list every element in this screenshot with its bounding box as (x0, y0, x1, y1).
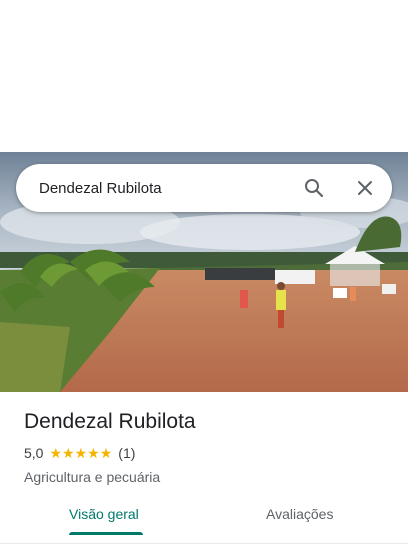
place-category[interactable]: Agricultura e pecuária (24, 468, 392, 486)
star-icon: ★ (49, 445, 63, 461)
star-icon: ★ (99, 445, 113, 461)
active-tab-indicator (69, 532, 143, 535)
search-bar[interactable] (16, 164, 392, 212)
reviews-count[interactable]: (1) (118, 445, 135, 461)
search-input[interactable] (39, 176, 289, 200)
star-icon: ★ (87, 445, 100, 461)
rating-row[interactable]: 5,0 ★ ★ ★ ★ ★ (1) (24, 444, 392, 462)
star-rating: ★ ★ ★ ★ ★ (49, 446, 112, 460)
tab-overview[interactable]: Visão geral (69, 504, 139, 524)
close-icon[interactable] (353, 176, 377, 200)
star-icon: ★ (74, 445, 88, 461)
place-title: Dendezal Rubilota (24, 410, 196, 433)
place-tabs: Visão geral Avaliações (0, 494, 408, 544)
rating-value: 5,0 (24, 445, 44, 461)
star-icon: ★ (62, 445, 75, 461)
top-blank-area (0, 0, 408, 152)
search-icon[interactable] (302, 176, 326, 200)
place-info: Dendezal Rubilota 5,0 ★ ★ ★ ★ ★ (1) Agri… (24, 408, 392, 486)
tab-reviews[interactable]: Avaliações (266, 504, 333, 524)
